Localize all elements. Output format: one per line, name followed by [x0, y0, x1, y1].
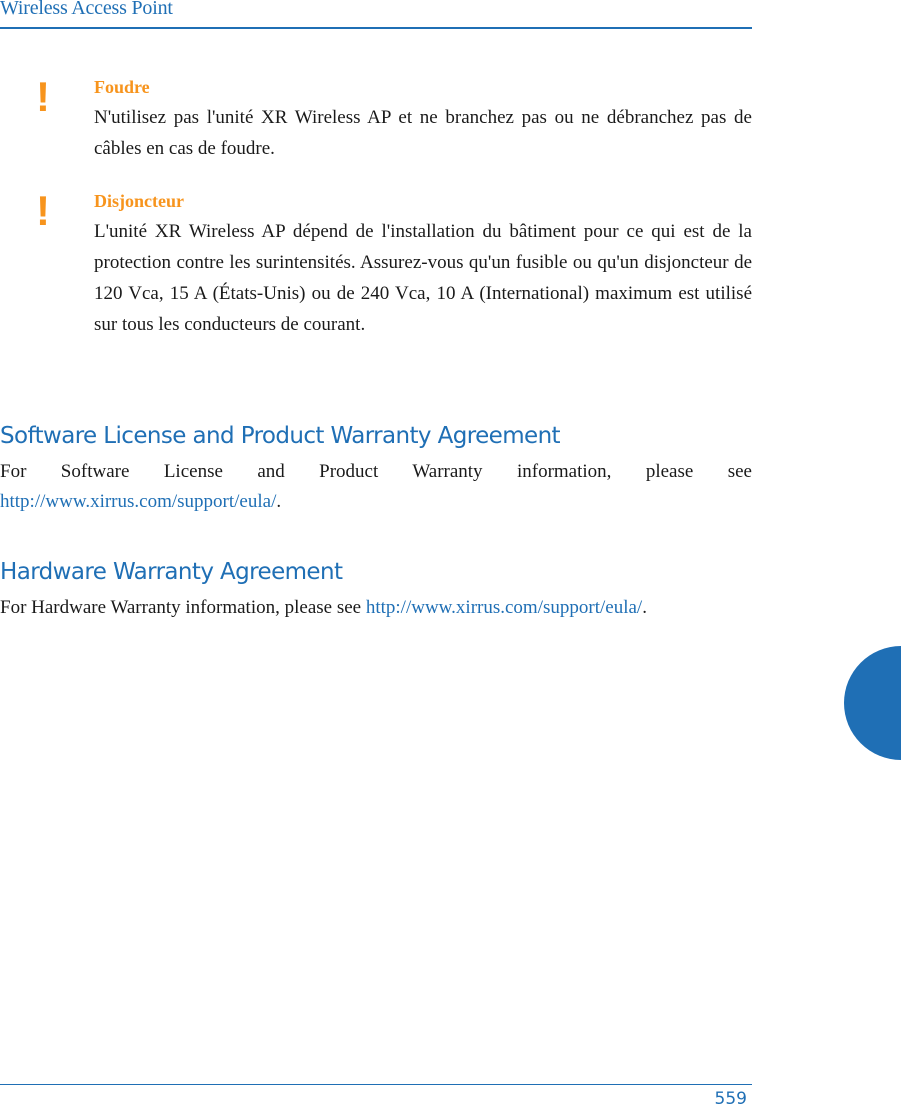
eula-link[interactable]: http://www.xirrus.com/support/eula/ — [366, 597, 642, 618]
section-heading-hardware-warranty: Hardware Warranty Agreement — [0, 559, 343, 585]
exclamation-icon: ! — [36, 187, 50, 234]
warning-title: Disjoncteur — [94, 191, 184, 211]
section-heading-software-license: Software License and Product Warranty Ag… — [0, 423, 561, 449]
warning-body: N'utilisez pas l'unité XR Wireless AP et… — [94, 107, 752, 159]
page-number: 559 — [714, 1089, 747, 1109]
footer-rule — [0, 1084, 752, 1085]
section-body-software-license: For Software License and Product Warrant… — [0, 457, 752, 517]
header-rule — [0, 27, 752, 29]
eula-link[interactable]: http://www.xirrus.com/support/eula/ — [0, 491, 276, 512]
section-text: For Hardware Warranty information, pleas… — [0, 597, 366, 618]
warning-body: L'unité XR Wireless AP dépend de l'insta… — [94, 221, 752, 335]
section-suffix: . — [276, 491, 282, 512]
chapter-thumb-tab — [844, 646, 901, 760]
warning-title: Foudre — [94, 77, 150, 97]
section-text: For Software License and Product Warrant… — [0, 461, 752, 482]
section-suffix: . — [642, 597, 647, 618]
exclamation-icon: ! — [36, 73, 50, 120]
section-body-hardware-warranty: For Hardware Warranty information, pleas… — [0, 593, 752, 623]
running-header: Wireless Access Point — [0, 0, 173, 19]
